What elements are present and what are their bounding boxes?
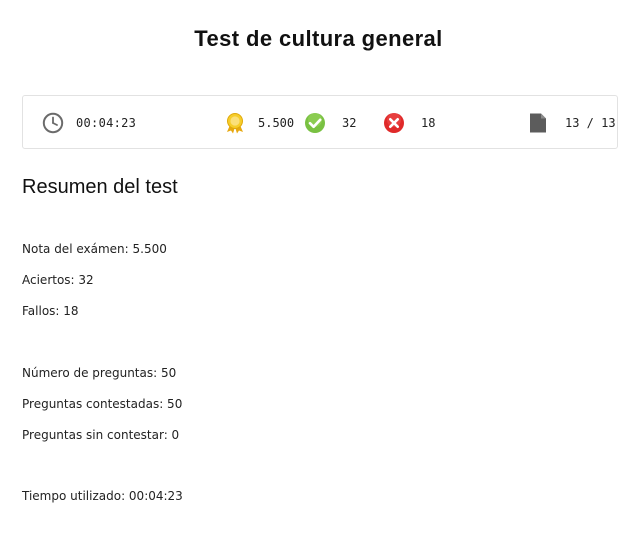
page-title: Test de cultura general	[194, 26, 443, 51]
wrong-stat: 18	[383, 96, 435, 150]
summary-correct: Aciertos: 32	[22, 273, 94, 287]
summary-unanswered: Preguntas sin contestar: 0	[22, 428, 180, 442]
timer-stat: 00:04:23	[42, 96, 136, 150]
medal-icon	[224, 112, 246, 134]
summary-heading: Resumen del test	[22, 176, 178, 198]
summary-wrong: Fallos: 18	[22, 304, 79, 318]
pages-value: 13 / 13	[565, 116, 616, 130]
summary-total-questions: Número de preguntas: 50	[22, 366, 177, 380]
wrong-value: 18	[421, 116, 436, 130]
score-value: 5.500	[258, 116, 295, 130]
correct-stat: 32	[304, 96, 356, 150]
clock-icon	[42, 112, 64, 134]
score-stat: 5.500	[224, 96, 294, 150]
correct-value: 32	[342, 116, 357, 130]
summary-answered: Preguntas contestadas: 50	[22, 397, 183, 411]
pages-stat: 13 / 13	[527, 96, 616, 150]
x-circle-icon	[383, 112, 405, 134]
document-icon	[527, 112, 549, 134]
summary-grade: Nota del exámen: 5.500	[22, 242, 167, 256]
check-circle-icon	[304, 112, 326, 134]
summary-time-used: Tiempo utilizado: 00:04:23	[22, 489, 183, 503]
timer-value: 00:04:23	[76, 116, 137, 130]
status-bar: 00:04:23 5.500 32 18 13 / 13	[22, 95, 618, 149]
